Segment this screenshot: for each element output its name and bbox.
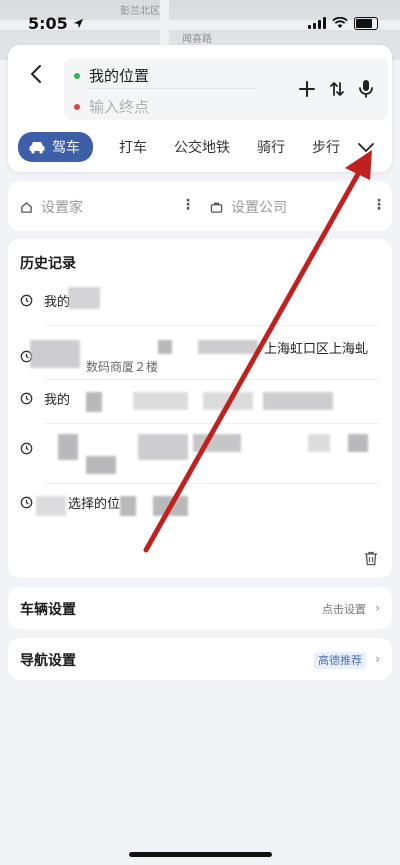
clock-icon [20, 442, 33, 455]
navigation-settings-row[interactable]: 导航设置 高德推荐 › [8, 638, 392, 680]
location-arrow-icon [73, 18, 83, 28]
microphone-icon[interactable] [358, 79, 374, 99]
battery-icon [354, 16, 378, 30]
shortcut-places-card: 设置家 ⋮ 设置公司 ⋮ [8, 181, 392, 231]
travel-mode-tabs: 驾车 打车 公交地铁 骑行 步行 [18, 132, 382, 162]
redacted-block [158, 340, 172, 354]
route-card: 我的位置 输入终点 驾车 打车 公交地铁 骑行 步行 [8, 45, 392, 172]
set-home-button[interactable]: 设置家 [20, 197, 83, 217]
redacted-block [120, 496, 136, 516]
route-divider [88, 88, 256, 89]
history-item-subtext: 数码商厦２楼 [86, 360, 159, 374]
history-item[interactable] [8, 424, 392, 484]
clock-icon [20, 392, 33, 405]
history-item-text: 上海虹口区上海虬 [264, 342, 369, 357]
back-arrow-icon[interactable] [22, 60, 50, 88]
clock-icon [20, 294, 33, 307]
home-indicator [129, 852, 272, 857]
redacted-block [198, 340, 258, 354]
car-icon [29, 142, 45, 154]
vehicle-settings-label: 车辆设置 [20, 602, 76, 618]
vehicle-settings-value: 点击设置 [322, 603, 366, 616]
destination-placeholder: 输入终点 [89, 98, 150, 116]
redacted-block [203, 392, 253, 410]
redacted-block [348, 434, 368, 452]
clock-icon [20, 496, 33, 509]
redacted-block [138, 434, 188, 460]
redacted-block [193, 434, 241, 452]
status-time: 5:05 [28, 13, 68, 33]
redacted-block [308, 434, 330, 452]
briefcase-icon [210, 202, 223, 213]
chevron-right-icon: › [375, 601, 380, 615]
set-work-label: 设置公司 [231, 200, 287, 216]
history-item[interactable]: 上海虹口区上海虬 数码商厦２楼 [8, 326, 392, 380]
redacted-block [263, 392, 333, 410]
vehicle-settings-row[interactable]: 车辆设置 点击设置 › [8, 587, 392, 629]
redacted-block [68, 287, 100, 309]
status-bar: 5:05 [0, 0, 400, 46]
start-location-text: 我的位置 [89, 67, 150, 85]
tab-transit[interactable]: 公交地铁 [174, 137, 230, 157]
history-card: 历史记录 我的 上海虹口区上海虬 数码商厦２楼 我的 选择的位 [8, 239, 392, 578]
chevron-down-icon[interactable] [356, 137, 376, 157]
history-title: 历史记录 [20, 256, 76, 272]
history-item[interactable]: 我的 [8, 282, 392, 326]
history-item[interactable]: 选择的位 [8, 484, 392, 528]
set-home-label: 设置家 [41, 200, 83, 216]
tab-drive-label: 驾车 [52, 140, 80, 156]
start-field[interactable]: 我的位置 [74, 65, 149, 86]
history-item-text: 我的 [44, 393, 71, 408]
redacted-block [86, 392, 102, 412]
trash-icon[interactable] [364, 551, 378, 566]
redacted-block [86, 456, 116, 474]
start-dot-icon [74, 72, 80, 79]
history-item-text: 选择的位 [68, 497, 121, 512]
wifi-icon [332, 17, 348, 28]
set-work-button[interactable]: 设置公司 [210, 197, 287, 217]
cellular-signal-icon [308, 17, 326, 29]
work-more-icon[interactable]: ⋮ [372, 197, 386, 213]
add-waypoint-icon[interactable] [298, 80, 316, 98]
swap-icon[interactable] [328, 80, 346, 98]
tab-taxi[interactable]: 打车 [119, 137, 147, 157]
redacted-block [58, 434, 78, 460]
home-more-icon[interactable]: ⋮ [181, 197, 195, 213]
end-dot-icon [74, 103, 80, 110]
tab-drive[interactable]: 驾车 [18, 132, 93, 162]
navigation-settings-label: 导航设置 [20, 653, 76, 669]
tab-walk[interactable]: 步行 [312, 137, 340, 157]
home-icon [21, 201, 32, 213]
history-item-text: 我的 [44, 295, 71, 310]
redacted-block [133, 392, 188, 410]
redacted-block [36, 496, 66, 516]
tab-bike[interactable]: 骑行 [257, 137, 285, 157]
recommend-badge: 高德推荐 [314, 652, 366, 669]
route-input-box: 我的位置 输入终点 [64, 58, 388, 120]
redacted-block [30, 340, 80, 368]
history-item[interactable]: 我的 [8, 380, 392, 424]
navigation-settings-value: 高德推荐 [314, 652, 366, 669]
destination-field[interactable]: 输入终点 [74, 96, 149, 117]
redacted-block [153, 496, 188, 516]
chevron-right-icon: › [375, 652, 380, 666]
